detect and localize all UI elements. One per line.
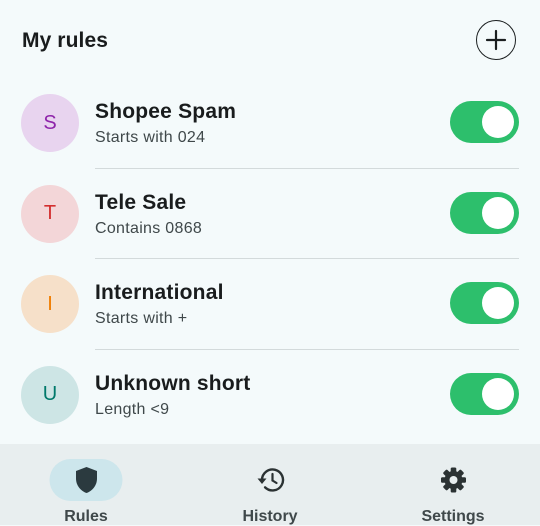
nav-icon-container: [234, 459, 307, 501]
rule-toggle[interactable]: [450, 101, 519, 143]
history-icon: [257, 468, 284, 492]
rule-title: Shopee Spam: [95, 100, 237, 123]
toggle-knob: [482, 106, 514, 138]
shield-icon: [75, 467, 97, 493]
rule-toggle[interactable]: [450, 191, 519, 234]
rule-toggle[interactable]: [450, 282, 519, 324]
rule-subtitle: Length <9: [95, 400, 170, 418]
rule-subtitle: Contains 0868: [95, 219, 203, 237]
rule-title: Unknown short: [95, 371, 251, 395]
gear-icon: [440, 467, 466, 493]
bottom-navigation: Rules History Settings: [0, 444, 540, 525]
rule-avatar-initial: T: [43, 202, 57, 224]
rule-avatar: T: [21, 184, 79, 243]
toggle-knob: [482, 287, 514, 319]
rule-item[interactable]: I International Starts with +: [0, 259, 540, 350]
app-header: My rules: [0, 0, 540, 84]
rule-avatar-initial: I: [47, 292, 53, 315]
nav-label: Rules: [64, 508, 108, 525]
nav-item-settings[interactable]: Settings: [393, 444, 513, 525]
rule-avatar: I: [21, 275, 79, 333]
nav-icon-container: [417, 459, 490, 501]
nav-item-rules[interactable]: Rules: [26, 444, 146, 525]
toggle-knob: [482, 377, 514, 410]
rule-item[interactable]: U Unknown short Length <9: [0, 350, 540, 441]
add-rule-button[interactable]: [476, 20, 516, 60]
nav-active-indicator: [49, 459, 123, 501]
rule-title: International: [95, 281, 224, 304]
rule-list: S Shopee Spam Starts with 024 T Tele Sal…: [0, 78, 540, 440]
rule-item[interactable]: S Shopee Spam Starts with 024: [0, 78, 540, 169]
page-title: My rules: [22, 29, 108, 52]
rule-subtitle: Starts with +: [95, 310, 188, 327]
rule-title: Tele Sale: [95, 190, 187, 214]
rule-toggle[interactable]: [450, 372, 519, 415]
rule-subtitle: Starts with 024: [95, 129, 206, 146]
rule-avatar: S: [21, 94, 79, 152]
rule-avatar-initial: U: [42, 383, 58, 405]
rule-avatar: U: [21, 365, 79, 424]
nav-label: History: [242, 508, 298, 525]
rule-avatar-initial: S: [43, 111, 57, 134]
toggle-knob: [482, 196, 514, 229]
nav-label: Settings: [421, 508, 485, 525]
plus-icon: [485, 29, 507, 51]
rule-item[interactable]: T Tele Sale Contains 0868: [0, 169, 540, 259]
nav-item-history[interactable]: History: [210, 444, 330, 525]
